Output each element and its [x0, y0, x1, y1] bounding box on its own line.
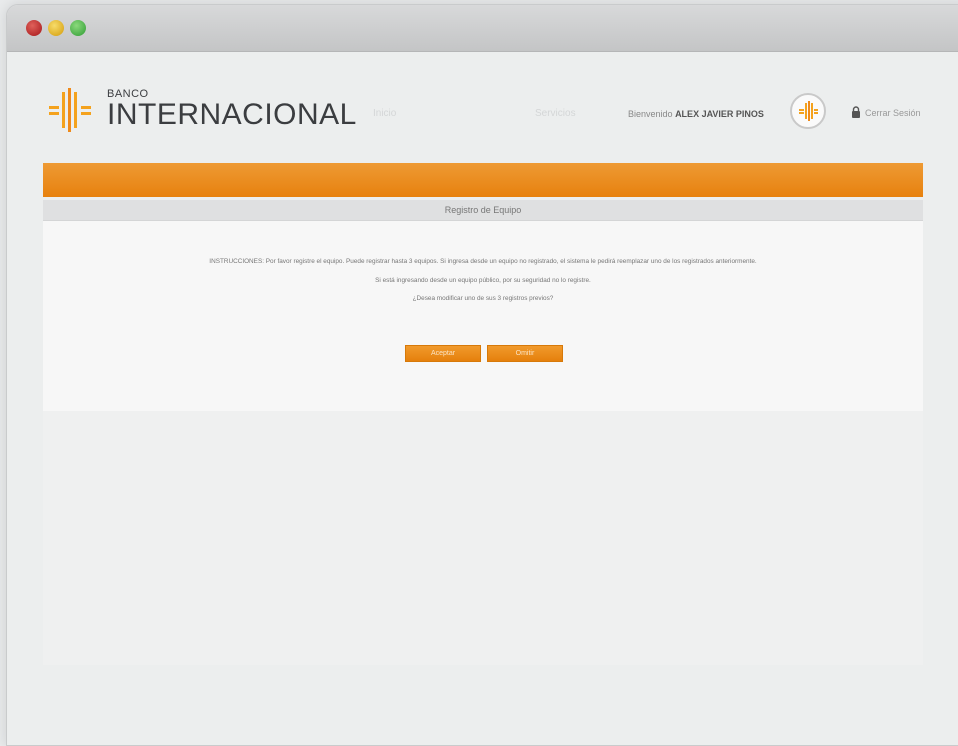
maximize-window-dot[interactable]	[70, 20, 86, 36]
instructions-question: ¿Desea modificar uno de sus 3 registros …	[412, 295, 554, 302]
welcome-prefix: Bienvenido	[628, 109, 673, 119]
user-avatar[interactable]	[790, 93, 826, 129]
logo-main-text: INTERNACIONAL	[107, 98, 357, 131]
window-titlebar	[7, 5, 958, 52]
user-avatar-icon	[799, 101, 818, 121]
minimize-window-dot[interactable]	[48, 20, 64, 36]
registration-panel: INSTRUCCIONES: Por favor registre el equ…	[43, 221, 923, 411]
page-title: Registro de Equipo	[43, 200, 923, 221]
instructions-line-2: Si está ingresando desde un equipo públi…	[375, 277, 591, 284]
content-empty-area	[43, 411, 923, 665]
instructions-line-1: INSTRUCCIONES: Por favor registre el equ…	[209, 258, 757, 265]
logout-link[interactable]: Cerrar Sesión	[865, 108, 921, 118]
bank-logo[interactable]: BANCO INTERNACIONAL	[43, 86, 363, 136]
user-name: ALEX JAVIER PINOS	[675, 109, 764, 119]
nav-item-servicios[interactable]: Servicios	[535, 108, 576, 119]
welcome-message: Bienvenido ALEX JAVIER PINOS	[628, 109, 764, 119]
close-window-dot[interactable]	[26, 20, 42, 36]
browser-window: BANCO INTERNACIONAL Inicio Servicios Bie…	[6, 4, 958, 746]
skip-button[interactable]: Omitir	[487, 345, 563, 362]
lock-icon	[852, 106, 860, 118]
nav-item-inicio[interactable]: Inicio	[373, 108, 396, 119]
bank-logo-icon	[49, 88, 91, 132]
orange-banner	[43, 163, 923, 197]
accept-button[interactable]: Aceptar	[405, 345, 481, 362]
site-header: BANCO INTERNACIONAL Inicio Servicios Bie…	[7, 52, 958, 162]
